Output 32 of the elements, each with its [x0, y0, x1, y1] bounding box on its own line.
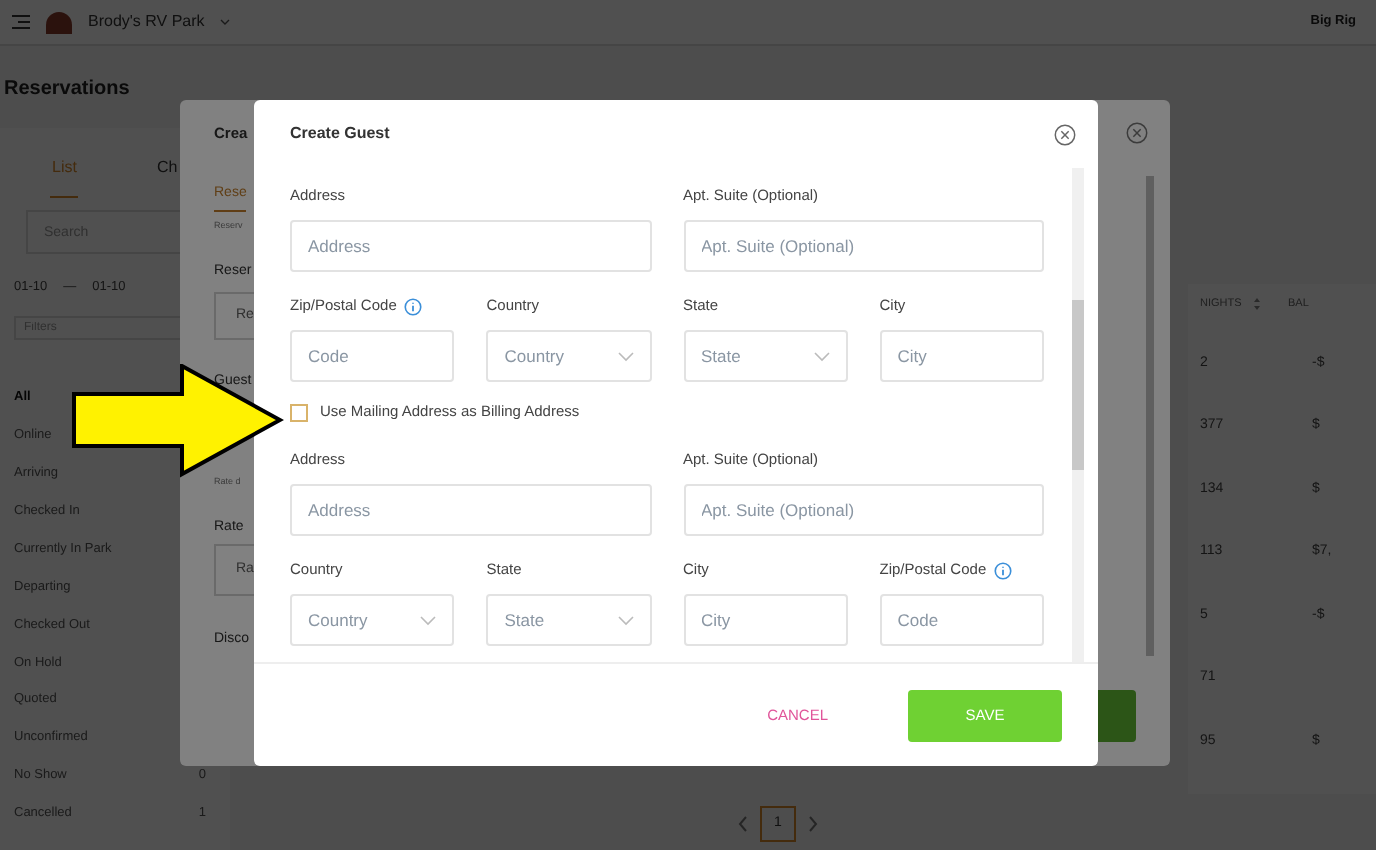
checkbox[interactable]: [290, 403, 308, 421]
chevron-right-icon[interactable]: [808, 816, 818, 832]
select-field[interactable]: State: [486, 594, 651, 646]
park-name[interactable]: Brody's RV Park: [88, 10, 205, 34]
sort-icon[interactable]: [1253, 298, 1260, 310]
select-field[interactable]: State: [683, 330, 848, 382]
select-field[interactable]: Country: [486, 330, 651, 382]
logo-icon: [46, 11, 72, 33]
pointer-arrow-icon: [72, 364, 284, 478]
input-field[interactable]: City: [683, 594, 848, 646]
chevron-down-icon: [220, 18, 231, 26]
chevron-down-icon: [617, 351, 633, 361]
input-field[interactable]: City: [879, 330, 1044, 382]
input-field[interactable]: Address: [290, 484, 651, 536]
page-title: Reservations: [4, 76, 132, 104]
select-field[interactable]: Country: [290, 594, 455, 646]
tab[interactable]: List: [50, 156, 79, 198]
close-icon[interactable]: [1126, 122, 1148, 144]
input-field[interactable]: Code: [879, 594, 1044, 646]
close-icon[interactable]: [1054, 123, 1076, 145]
chevron-left-icon[interactable]: [738, 816, 748, 832]
menu-icon[interactable]: [12, 14, 30, 30]
input-field[interactable]: Address: [290, 220, 651, 272]
chevron-down-icon: [617, 615, 633, 625]
scrollbar-thumb[interactable]: [1072, 300, 1084, 470]
input-field[interactable]: Apt. Suite (Optional): [683, 220, 1044, 272]
chevron-down-icon: [813, 351, 830, 361]
dialog-title: Create Guest: [290, 122, 390, 146]
input-field[interactable]: Code: [290, 330, 455, 382]
input-field[interactable]: Apt. Suite (Optional): [683, 484, 1044, 536]
tab[interactable]: Ch: [154, 156, 180, 198]
chevron-down-icon: [420, 615, 437, 625]
